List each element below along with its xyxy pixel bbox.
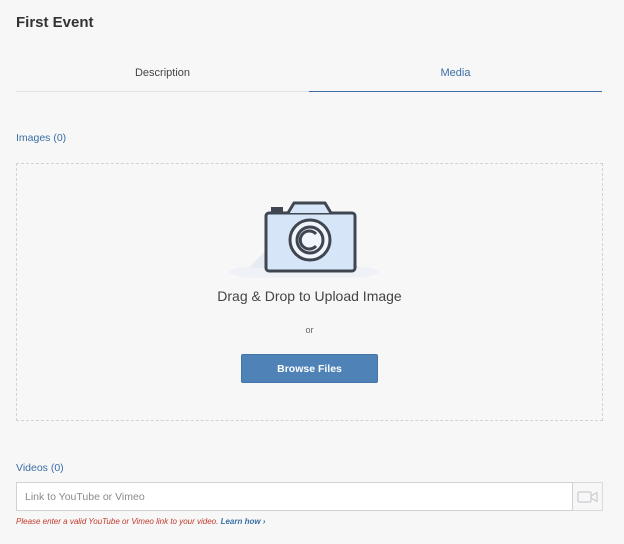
video-link-hint: Please enter a valid YouTube or Vimeo li… bbox=[16, 517, 265, 526]
images-section-label: Images (0) bbox=[16, 132, 67, 144]
dropzone-instructions: Drag & Drop to Upload Image bbox=[217, 288, 402, 304]
tab-bar: Description Media bbox=[16, 60, 602, 92]
dropzone-or-text: or bbox=[305, 325, 314, 335]
image-dropzone[interactable]: Drag & Drop to Upload Image or Browse Fi… bbox=[16, 163, 603, 421]
event-media-page: First Event Description Media Images (0)… bbox=[0, 0, 624, 544]
camera-icon bbox=[229, 196, 379, 280]
video-link-input[interactable] bbox=[16, 482, 573, 511]
video-camera-icon[interactable] bbox=[573, 482, 603, 511]
learn-how-link[interactable]: Learn how › bbox=[221, 517, 266, 526]
page-title: First Event bbox=[16, 14, 94, 31]
tab-media[interactable]: Media bbox=[309, 60, 602, 92]
videos-section-label: Videos (0) bbox=[16, 462, 64, 474]
browse-files-button[interactable]: Browse Files bbox=[241, 354, 378, 383]
video-hint-text: Please enter a valid YouTube or Vimeo li… bbox=[16, 517, 219, 526]
tab-description[interactable]: Description bbox=[16, 60, 309, 91]
video-link-row bbox=[16, 482, 603, 511]
